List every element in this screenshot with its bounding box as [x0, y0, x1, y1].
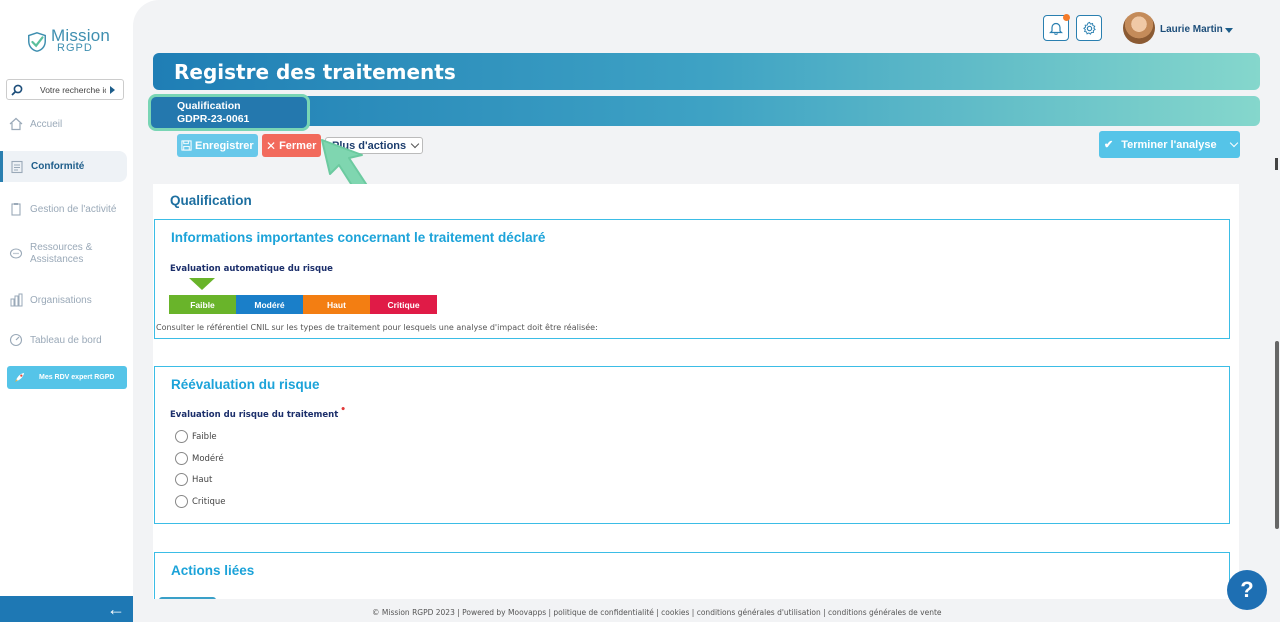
clipboard-icon [11, 203, 21, 216]
chevron-down-icon[interactable] [1229, 138, 1238, 148]
user-avatar[interactable] [1123, 12, 1155, 44]
sidebar-item-organisations[interactable]: Organisations [0, 292, 127, 308]
required-marker: • [340, 405, 347, 415]
radio-faible[interactable]: Faible [175, 430, 217, 443]
radio-haut[interactable]: Haut [175, 473, 212, 486]
linked-actions-card: Actions liées [154, 552, 1230, 599]
radio-label: Critique [192, 496, 226, 507]
risk-segment-faible: Faible [169, 295, 236, 314]
gear-icon [1082, 21, 1096, 35]
close-button[interactable]: ✕ Fermer [262, 134, 321, 157]
card-title: Informations importantes concernant le t… [171, 230, 546, 245]
bell-icon [1049, 22, 1063, 35]
check-shield-icon [28, 32, 46, 52]
scrollbar-marker [1275, 158, 1278, 170]
scrollbar[interactable] [1272, 0, 1280, 622]
sidebar-item-conformite[interactable]: Conformité [0, 151, 127, 182]
radio-modere[interactable]: Modéré [175, 452, 224, 465]
notifications-button[interactable] [1043, 14, 1070, 41]
sidebar-item-accueil[interactable]: Accueil [0, 116, 127, 132]
record-type: Qualification [177, 100, 241, 112]
rdv-expert-button[interactable]: Mes RDV expert RGPD [7, 366, 127, 389]
radio-label: Modéré [192, 453, 224, 464]
radio-circle[interactable] [175, 430, 188, 443]
finish-analysis-button[interactable]: ✔ Terminer l'analyse [1099, 131, 1240, 158]
save-button[interactable]: Enregistrer [177, 134, 258, 157]
section-title: Qualification [170, 193, 252, 208]
settings-button[interactable] [1076, 15, 1102, 41]
risk-field-label: Evaluation du risque du traitement • [170, 405, 346, 420]
document-icon [11, 160, 23, 173]
app-logo[interactable]: Mission RGPD [26, 26, 111, 54]
help-button[interactable]: ? [1227, 570, 1267, 610]
sidebar-item-ressources[interactable]: Ressources & Assistances [0, 241, 127, 267]
footer: © Mission RGPD 2023 | Powered by Moovapp… [372, 608, 942, 617]
page-title-banner: Registre des traitements [153, 53, 1260, 90]
search-placeholder: Votre recherche ic [40, 84, 106, 95]
sidebar-item-gestion[interactable]: Gestion de l'activité [0, 201, 127, 217]
record-banner [153, 96, 1260, 126]
radio-circle[interactable] [175, 452, 188, 465]
sidebar-item-label: Conformité [31, 161, 85, 172]
main-area: Laurie Martin Registre des traitements Q… [133, 0, 1280, 622]
record-info-box: Qualification GDPR-23-0061 [148, 94, 310, 131]
sidebar-item-label: Accueil [30, 118, 63, 130]
sidebar-item-label: Organisations [30, 294, 92, 306]
scrollbar-thumb[interactable] [1275, 341, 1279, 529]
building-icon [10, 293, 23, 307]
card-title: Réévaluation du risque [171, 377, 320, 392]
risk-field-label-text: Evaluation du risque du traitement [170, 410, 339, 420]
page-title: Registre des traitements [174, 60, 456, 84]
radio-label: Haut [192, 474, 213, 485]
save-label: Enregistrer [195, 139, 254, 152]
search-icon [11, 84, 23, 96]
collapse-sidebar-button[interactable]: ← [0, 596, 133, 622]
radio-circle[interactable] [175, 473, 188, 486]
rocket-icon [14, 372, 25, 383]
radio-circle[interactable] [175, 495, 188, 508]
check-icon: ✔ [1104, 139, 1114, 151]
logo-line1: Mission [51, 26, 111, 45]
rdv-expert-label: Mes RDV expert RGPD [39, 374, 115, 381]
radio-label: Faible [192, 431, 217, 442]
sidebar-item-tableau-de-bord[interactable]: Tableau de bord [0, 332, 127, 348]
record-id: GDPR-23-0061 [177, 113, 250, 125]
sidebar-item-label: Gestion de l'activité [30, 203, 117, 215]
notification-badge [1063, 14, 1070, 21]
close-icon: ✕ [266, 138, 277, 153]
search-input[interactable]: Votre recherche ic [6, 79, 124, 100]
finish-analysis-label: Terminer l'analyse [1121, 138, 1217, 151]
form-content: Qualification Informations importantes c… [153, 184, 1239, 599]
auto-risk-label: Evaluation automatique du risque [170, 264, 333, 274]
home-icon [9, 117, 23, 131]
risk-indicator-icon [189, 278, 215, 290]
risk-scale: Faible Modéré Haut Critique [169, 295, 437, 314]
card-title: Actions liées [171, 563, 255, 578]
linked-actions-button[interactable] [159, 597, 216, 599]
sidebar-item-label: Ressources & Assistances [30, 242, 93, 265]
chevron-down-icon [410, 139, 420, 149]
search-submit-icon[interactable] [110, 85, 115, 94]
close-label: Fermer [279, 139, 317, 152]
risk-segment-modere: Modéré [236, 295, 303, 314]
risk-segment-critique: Critique [370, 295, 437, 314]
chevron-down-icon[interactable] [1225, 28, 1233, 33]
user-name[interactable]: Laurie Martin [1160, 24, 1223, 35]
floppy-disk-icon [181, 140, 192, 151]
sidebar-item-label: Tableau de bord [30, 334, 102, 346]
radio-critique[interactable]: Critique [175, 495, 226, 508]
chat-icon [9, 248, 23, 259]
risk-reevaluation-card: Réévaluation du risque Evaluation du ris… [154, 366, 1230, 524]
important-info-card: Informations importantes concernant le t… [154, 219, 1230, 339]
risk-segment-haut: Haut [303, 295, 370, 314]
dashboard-icon [9, 333, 23, 347]
sidebar: Mission RGPD Votre recherche ic Accueil … [0, 0, 133, 622]
arrow-left-icon: ← [107, 599, 125, 619]
cnil-note: Consulter le référentiel CNIL sur les ty… [156, 323, 598, 332]
